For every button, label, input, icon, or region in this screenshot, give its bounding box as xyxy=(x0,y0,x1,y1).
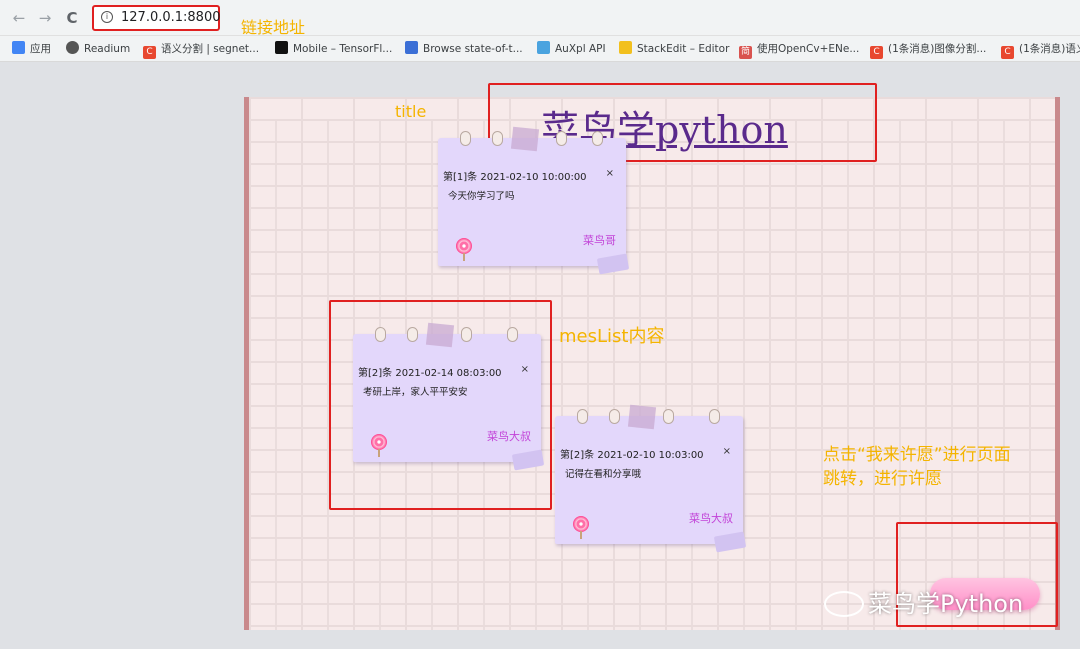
bookmark-paperswithcode[interactable]: Browse state-of-t... xyxy=(405,40,523,58)
close-icon[interactable]: × xyxy=(606,168,614,179)
info-icon[interactable]: i xyxy=(101,11,113,23)
lollipop-stick xyxy=(580,531,582,539)
lollipop-icon xyxy=(456,238,472,254)
back-icon[interactable]: ← xyxy=(10,9,28,27)
browser-toolbar: ← → C i 127.0.0.1:8800 xyxy=(0,0,1080,36)
close-icon[interactable]: × xyxy=(723,446,731,457)
ring-icon xyxy=(556,131,567,146)
annotation-link-address: 链接地址 xyxy=(241,18,306,37)
reload-icon[interactable]: C xyxy=(63,9,81,27)
tape-decoration xyxy=(510,126,540,152)
note-header: 第[1]条 2021-02-10 10:00:00 xyxy=(443,172,587,183)
url-text: 127.0.0.1:8800 xyxy=(121,10,221,25)
note-author: 菜鸟哥 xyxy=(583,234,616,247)
forward-icon[interactable]: → xyxy=(36,9,54,27)
note-author: 菜鸟大叔 xyxy=(689,512,733,525)
annotation-meslist: mesList内容 xyxy=(559,326,665,347)
jian-icon: 简 xyxy=(739,46,752,59)
bookmarks-bar: 应用 Readium C 语义分割 | segnet... Mobile – Te… xyxy=(0,36,1080,62)
medium-icon xyxy=(275,41,288,54)
bookmark-stackedit[interactable]: StackEdit – Editor xyxy=(619,40,729,58)
wechat-icon xyxy=(824,591,864,617)
bookmark-tensorflow[interactable]: Mobile – TensorFl... xyxy=(275,40,392,58)
message-note: 第[2]条 2021-02-10 10:03:00 × 记得在看和分享哦 菜鸟大… xyxy=(555,404,747,553)
readium-icon xyxy=(66,41,79,54)
ring-icon xyxy=(609,409,620,424)
pwc-icon xyxy=(405,41,418,54)
bookmark-segnet[interactable]: C 语义分割 | segnet... xyxy=(143,40,259,59)
ring-icon xyxy=(460,131,471,146)
annotation-click-hint-line2: 跳转，进行许愿 xyxy=(823,469,942,489)
watermark-text: 菜鸟学Python xyxy=(868,590,1024,618)
csdn-icon: C xyxy=(143,46,156,59)
message-note: 第[1]条 2021-02-10 10:00:00 × 今天你学习了吗 菜鸟哥 xyxy=(438,126,630,275)
note-content: 今天你学习了吗 xyxy=(448,191,515,202)
apps-icon xyxy=(12,41,25,54)
ring-icon xyxy=(492,131,503,146)
address-bar[interactable]: i 127.0.0.1:8800 xyxy=(92,5,221,31)
bookmark-auxpl[interactable]: AuXpl API xyxy=(537,40,606,58)
meslist-highlight-box xyxy=(329,300,552,510)
bookmark-readium[interactable]: Readium xyxy=(66,40,130,58)
lollipop-stick xyxy=(463,253,465,261)
bookmark-segmentation[interactable]: C (1条消息)图像分割... xyxy=(870,40,986,59)
annotation-title: title xyxy=(395,102,427,121)
watermark: 菜鸟学Python xyxy=(824,584,1023,619)
bookmark-opencv[interactable]: 简使用OpenCv+ENe... xyxy=(739,40,859,59)
ring-icon xyxy=(709,409,720,424)
api-icon xyxy=(537,41,550,54)
ring-icon xyxy=(577,409,588,424)
ring-icon xyxy=(663,409,674,424)
bookmark-semantic[interactable]: C (1条消息)语义 xyxy=(1001,40,1080,59)
ring-icon xyxy=(592,131,603,146)
annotation-click-hint-line1: 点击“我来许愿”进行页面 xyxy=(823,445,1011,465)
lollipop-icon xyxy=(573,516,589,532)
csdn-icon: C xyxy=(870,46,883,59)
note-header: 第[2]条 2021-02-10 10:03:00 xyxy=(560,450,704,461)
csdn-icon: C xyxy=(1001,46,1014,59)
tape-decoration xyxy=(627,404,657,430)
note-content: 记得在看和分享哦 xyxy=(565,469,642,480)
stackedit-icon xyxy=(619,41,632,54)
bookmark-apps[interactable]: 应用 xyxy=(12,40,51,58)
annotation-click-hint: 点击“我来许愿”进行页面 跳转，进行许愿 xyxy=(823,443,1011,491)
